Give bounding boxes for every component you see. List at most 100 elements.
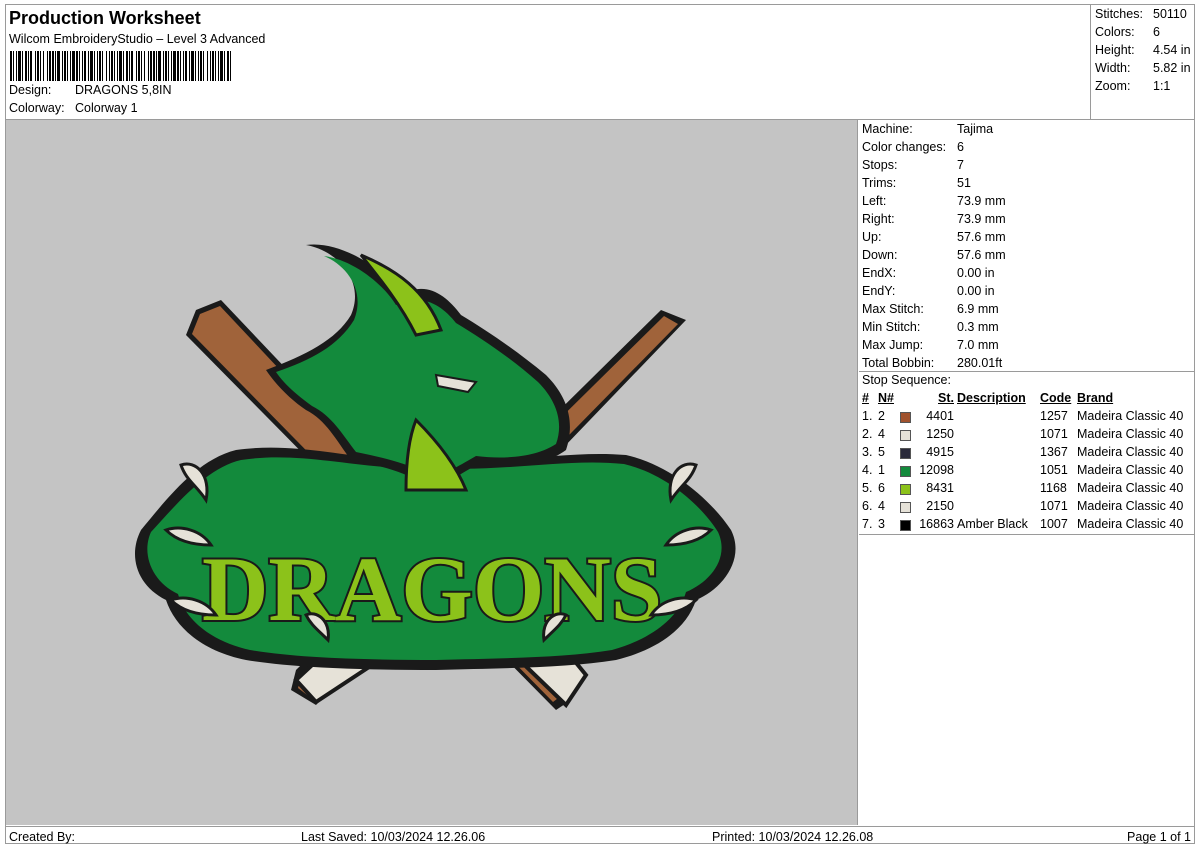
stop-needle: 6 [878, 481, 885, 495]
info-label: Max Stitch: [862, 302, 924, 316]
stop-stitches: 2150 [926, 499, 954, 513]
info-label: Down: [862, 248, 898, 262]
production-worksheet: Production Worksheet Wilcom EmbroiderySt… [5, 4, 1195, 844]
info-divider [859, 371, 1194, 372]
info-value: 57.6 mm [957, 230, 1006, 244]
stop-needle: 3 [878, 517, 885, 531]
page-title: Production Worksheet [9, 8, 201, 28]
stop-code: 1071 [1040, 499, 1068, 513]
header-description: Description [957, 391, 1026, 405]
info-value: 7.0 mm [957, 338, 999, 352]
design-value: DRAGONS 5,8IN [75, 83, 172, 97]
summary-panel: Stitches: 50110 Colors: 6 Height: 4.54 in W… [1090, 5, 1195, 119]
info-label: EndX: [862, 266, 897, 280]
colorway-label: Colorway: [9, 101, 65, 115]
info-label: Trims: [862, 176, 897, 190]
stop-brand: Madeira Classic 40 [1077, 517, 1184, 531]
colorway-row: Colorway: Colorway 1 [9, 101, 138, 115]
stop-brand: Madeira Classic 40 [1077, 445, 1184, 459]
stop-code: 1257 [1040, 409, 1068, 423]
stop-code: 1051 [1040, 463, 1068, 477]
header-index: # [862, 391, 869, 405]
header-stitches: St. [938, 391, 954, 405]
design-label: Design: [9, 83, 52, 97]
color-swatch [900, 448, 911, 459]
design-row: Design: DRAGONS 5,8IN [9, 83, 172, 97]
info-label: Machine: [862, 122, 913, 136]
info-value: 6 [957, 140, 964, 154]
info-value: 73.9 mm [957, 194, 1006, 208]
stop-sequence-row: 2. 4 1250 1071 Madeira Classic 40 [862, 427, 1192, 445]
stop-stitches: 4915 [926, 445, 954, 459]
summary-value: 50110 [1153, 7, 1187, 21]
dragons-logo-image: DRAGONS [134, 244, 736, 710]
stop-index: 5. [862, 481, 873, 495]
stop-code: 1071 [1040, 427, 1068, 441]
info-label: Stops: [862, 158, 898, 172]
stop-stitches: 12098 [919, 463, 954, 477]
info-value: 51 [957, 176, 971, 190]
barcode [10, 51, 231, 81]
stop-needle: 2 [878, 409, 885, 423]
stop-code: 1007 [1040, 517, 1068, 531]
stop-brand: Madeira Classic 40 [1077, 463, 1184, 477]
stop-index: 2. [862, 427, 873, 441]
stop-sequence-header: # N# St. Description Code Brand [862, 391, 1192, 409]
stop-brand: Madeira Classic 40 [1077, 481, 1184, 495]
stop-needle: 5 [878, 445, 885, 459]
stop-code: 1168 [1040, 481, 1067, 495]
info-label: Color changes: [862, 140, 947, 154]
worksheet-header: Production Worksheet Wilcom EmbroiderySt… [6, 5, 1090, 119]
summary-value: 1:1 [1153, 79, 1171, 93]
stop-index: 3. [862, 445, 873, 459]
stop-brand: Madeira Classic 40 [1077, 499, 1184, 513]
stop-stitches: 1250 [926, 427, 954, 441]
logo-text: DRAGONS [202, 538, 662, 640]
info-label: EndY: [862, 284, 896, 298]
stop-sequence-row: 7. 3 16863 Amber Black 1007 Madeira Classic 4… [862, 517, 1192, 535]
stop-stitches: 4401 [926, 409, 954, 423]
info-label: Right: [862, 212, 895, 226]
info-value: Tajima [957, 122, 994, 136]
info-value: 6.9 mm [957, 302, 999, 316]
info-value: 0.00 in [957, 284, 995, 298]
design-preview: DRAGONS [6, 120, 858, 825]
info-panel: Machine: Tajima Color changes: 6 Stops: 7 T… [859, 120, 1194, 825]
info-value: 7 [957, 158, 964, 172]
stop-brand: Madeira Classic 40 [1077, 409, 1184, 423]
page-number: Page 1 of 1 [1127, 830, 1191, 844]
stop-index: 6. [862, 499, 873, 513]
stop-index: 1. [862, 409, 873, 423]
info-label: Max Jump: [862, 338, 924, 352]
worksheet-footer: Created By: Last Saved: 10/03/2024 12.26… [6, 826, 1194, 844]
stop-sequence-title: Stop Sequence: [862, 373, 951, 387]
last-saved: Last Saved: 10/03/2024 12.26.06 [301, 830, 486, 844]
color-swatch [900, 466, 911, 477]
stop-index: 4. [862, 463, 873, 477]
color-swatch [900, 502, 911, 513]
summary-label: Stitches: [1095, 7, 1143, 21]
stop-stitches: 8431 [926, 481, 954, 495]
info-value: 0.3 mm [957, 320, 999, 334]
summary-label: Colors: [1095, 25, 1135, 39]
color-swatch [900, 484, 911, 495]
summary-value: 4.54 in [1153, 43, 1191, 57]
info-label: Total Bobbin: [862, 356, 935, 370]
info-value: 57.6 mm [957, 248, 1006, 262]
stop-stitches: 16863 [919, 517, 954, 531]
stop-needle: 1 [878, 463, 885, 477]
stop-sequence-row: 1. 2 4401 1257 Madeira Classic 40 [862, 409, 1192, 427]
stop-sequence-row: 3. 5 4915 1367 Madeira Classic 40 [862, 445, 1192, 463]
info-value: 73.9 mm [957, 212, 1006, 226]
header-code: Code [1040, 391, 1072, 405]
stop-needle: 4 [878, 499, 885, 513]
stop-sequence-divider [859, 534, 1194, 535]
info-value: 0.00 in [957, 266, 995, 280]
stop-description: Amber Black [957, 517, 1028, 531]
info-label: Left: [862, 194, 887, 208]
stop-needle: 4 [878, 427, 885, 441]
colorway-value: Colorway 1 [75, 101, 138, 115]
summary-label: Width: [1095, 61, 1131, 75]
info-value: 280.01ft [957, 356, 1003, 370]
color-swatch [900, 412, 911, 423]
